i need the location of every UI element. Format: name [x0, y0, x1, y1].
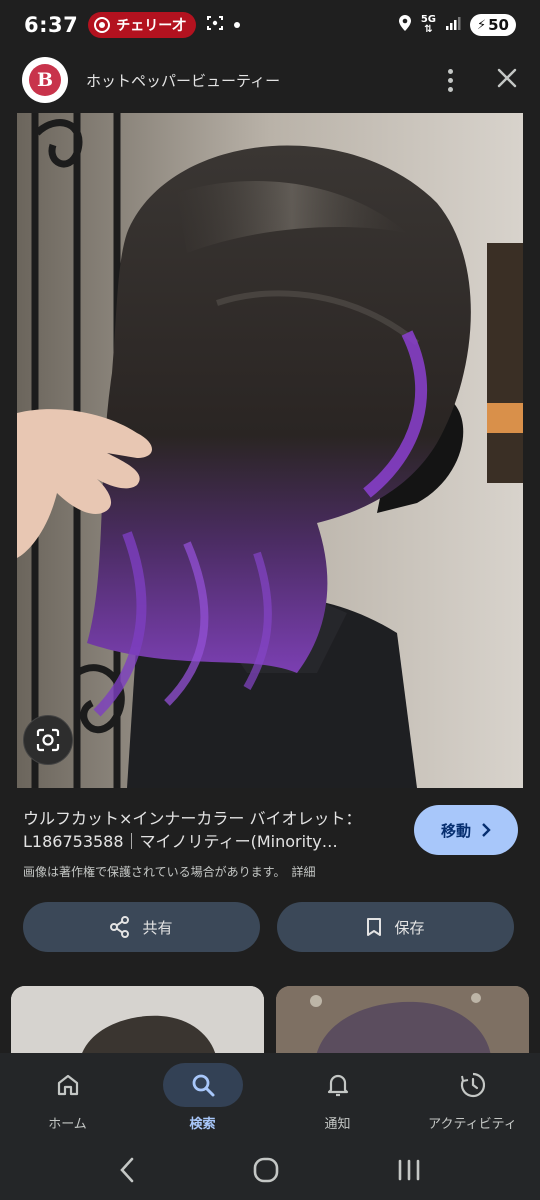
nav-home[interactable]: ホーム	[0, 1053, 135, 1143]
battery-level: 50	[488, 16, 509, 34]
copyright-notice: 画像は著作権で保護されている場合があります。 詳細	[23, 863, 315, 880]
share-label: 共有	[142, 918, 173, 937]
site-name[interactable]: ホットペッパービューティー	[86, 70, 280, 91]
result-title-line2: L186753588｜マイノリティー(Minority…	[23, 832, 338, 851]
nav-search-label: 検索	[189, 1117, 216, 1132]
search-icon	[192, 1074, 214, 1097]
recent-apps-icon[interactable]	[396, 1158, 422, 1186]
nav-notifications-label: 通知	[324, 1117, 351, 1132]
visit-label: 移動	[440, 821, 471, 840]
bottom-navigation: ホーム 検索 通知 アクティビティ	[0, 1053, 540, 1143]
save-button[interactable]: 保存	[277, 902, 514, 952]
close-icon[interactable]	[496, 67, 518, 93]
chevron-right-icon	[482, 823, 491, 837]
result-title-line1: ウルフカット×インナーカラー バイオレット：	[23, 809, 362, 828]
nav-notifications[interactable]: 通知	[270, 1053, 405, 1143]
share-button[interactable]: 共有	[23, 902, 260, 952]
bookmark-icon	[367, 918, 382, 936]
charging-icon: ⚡	[476, 17, 487, 33]
recording-notification-pill[interactable]: チェリー才	[88, 12, 197, 38]
nav-search[interactable]: 検索	[135, 1053, 270, 1143]
activity-icon	[460, 1072, 485, 1098]
home-button-icon[interactable]	[252, 1156, 280, 1188]
signal-icon	[445, 15, 461, 35]
copyright-text: 画像は著作権で保護されている場合があります。	[23, 865, 286, 879]
logo-letter: B	[29, 64, 61, 96]
bell-icon	[327, 1074, 348, 1097]
location-icon	[398, 14, 412, 36]
site-logo[interactable]: B	[22, 57, 68, 103]
notification-text: チェリー才	[116, 18, 187, 34]
lens-icon	[36, 728, 60, 752]
result-title[interactable]: ウルフカット×インナーカラー バイオレット： L186753588｜マイノリティ…	[23, 807, 398, 853]
visit-button[interactable]: 移動	[414, 805, 518, 855]
save-label: 保存	[394, 918, 425, 937]
more-options-icon[interactable]	[440, 68, 460, 92]
home-icon	[57, 1074, 78, 1096]
status-bar: 6:37 チェリー才 5G ⇅ ⚡ 50	[0, 0, 540, 50]
related-image-2[interactable]	[276, 986, 529, 1056]
nav-activity-label: アクティビティ	[428, 1117, 517, 1132]
more-notifications-dot	[234, 22, 241, 28]
image-viewer-header: B ホットペッパービューティー	[0, 50, 540, 110]
network-type: 5G ⇅	[420, 14, 436, 35]
result-image[interactable]	[17, 113, 523, 788]
battery-indicator: ⚡ 50	[469, 14, 516, 36]
record-icon	[94, 17, 111, 33]
share-icon	[110, 916, 130, 938]
related-image-1-preview	[11, 986, 264, 1056]
related-image-1[interactable]	[11, 986, 264, 1056]
google-lens-button[interactable]	[23, 715, 73, 765]
status-time: 6:37	[24, 13, 79, 37]
related-image-2-preview	[276, 986, 529, 1056]
nav-home-label: ホーム	[48, 1117, 87, 1132]
back-icon[interactable]	[118, 1156, 136, 1188]
system-navigation-bar	[0, 1143, 540, 1200]
screenshot-icon	[206, 14, 224, 36]
hair-photo-illustration	[17, 113, 523, 788]
nav-activity[interactable]: アクティビティ	[405, 1053, 540, 1143]
details-link[interactable]: 詳細	[291, 865, 315, 879]
